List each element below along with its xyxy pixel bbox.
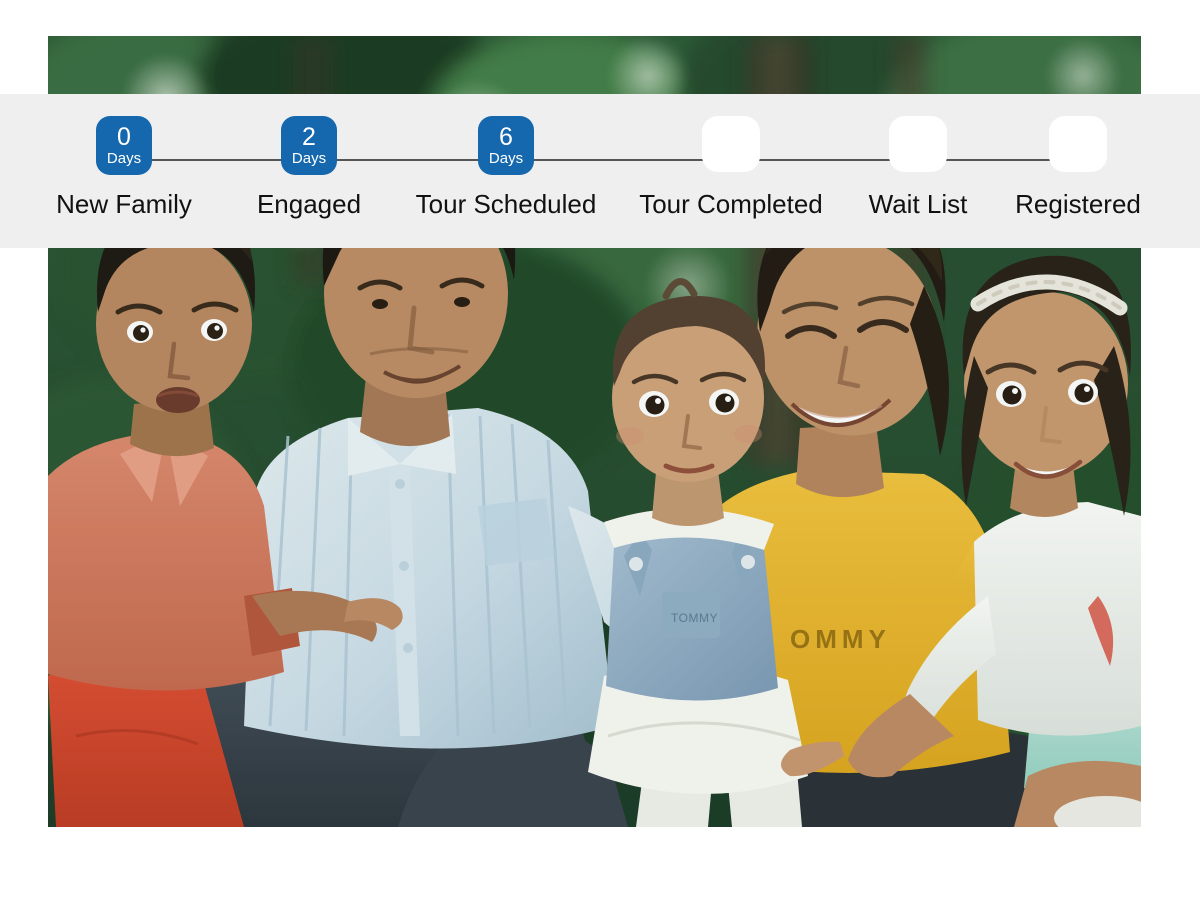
step-day-unit: Days bbox=[488, 150, 524, 167]
step-badge-registered[interactable] bbox=[1049, 116, 1107, 172]
step-label-registered: Registered bbox=[1015, 189, 1141, 219]
step-badge-wait-list[interactable] bbox=[889, 116, 947, 172]
step-badge-engaged[interactable]: 2 Days bbox=[281, 116, 337, 175]
step-label-wait-list: Wait List bbox=[868, 189, 968, 219]
progress-step-tour-scheduled[interactable]: 6 Days Tour Scheduled bbox=[416, 94, 596, 248]
progress-step-engaged[interactable]: 2 Days Engaged bbox=[219, 94, 399, 248]
screenshot-root: OMMY TOMMY 0 Days New Family 2 Days Enga… bbox=[0, 0, 1200, 900]
step-node-wrap bbox=[889, 116, 947, 172]
progress-step-tour-completed[interactable]: Tour Completed bbox=[639, 94, 823, 248]
step-day-count: 6 bbox=[499, 123, 513, 151]
progress-step-registered[interactable]: Registered bbox=[988, 94, 1168, 248]
step-day-unit: Days bbox=[291, 150, 327, 167]
step-node-wrap: 2 Days bbox=[281, 116, 337, 175]
step-node-wrap bbox=[702, 116, 760, 172]
step-label-engaged: Engaged bbox=[256, 189, 362, 219]
step-node-wrap: 6 Days bbox=[478, 116, 534, 175]
step-day-unit: Days bbox=[106, 150, 142, 167]
step-badge-tour-scheduled[interactable]: 6 Days bbox=[478, 116, 534, 175]
step-badge-new-family[interactable]: 0 Days bbox=[96, 116, 152, 175]
step-node-wrap: 0 Days bbox=[96, 116, 152, 175]
step-day-count: 0 bbox=[117, 123, 131, 151]
progress-step-wait-list[interactable]: Wait List bbox=[828, 94, 1008, 248]
progress-step-list: 0 Days New Family 2 Days Engaged 6 Days … bbox=[0, 94, 1200, 248]
progress-tracker-band: 0 Days New Family 2 Days Engaged 6 Days … bbox=[0, 94, 1200, 248]
step-label-tour-scheduled: Tour Scheduled bbox=[415, 189, 597, 219]
step-badge-tour-completed[interactable] bbox=[702, 116, 760, 172]
step-day-count: 2 bbox=[302, 123, 316, 151]
step-node-wrap bbox=[1049, 116, 1107, 172]
step-label-tour-completed: Tour Completed bbox=[639, 189, 823, 219]
progress-step-new-family[interactable]: 0 Days New Family bbox=[34, 94, 214, 248]
step-label-new-family: New Family bbox=[56, 189, 192, 219]
